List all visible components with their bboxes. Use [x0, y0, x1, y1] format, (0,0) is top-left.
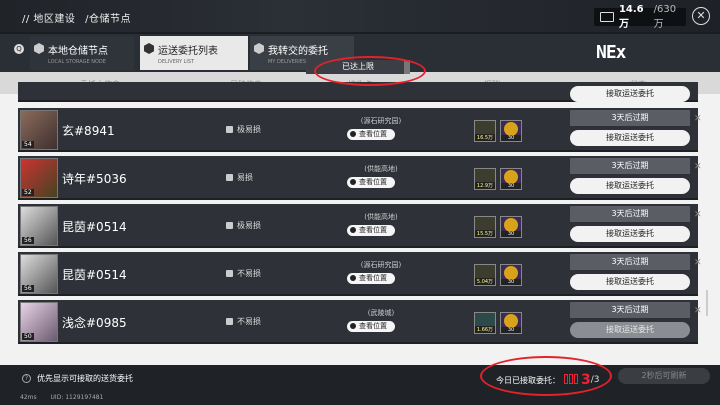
reward-coin: 30 [500, 216, 522, 238]
client-name: 昆茵#0514 [62, 220, 127, 234]
highlight-circle-limit [314, 56, 426, 86]
priority-toggle[interactable]: ? 优先显示可接取的送货委托 [22, 373, 133, 384]
pickup-location: (武陵城) [367, 309, 395, 317]
close-icon[interactable]: ✕ [692, 7, 710, 25]
pickup-location: (供能高地) [364, 213, 398, 221]
fragile-icon [226, 174, 233, 181]
table-row: 54 玄#8941 极易损 (源石研究园) 查看位置 16.5万 30 3天后过… [18, 108, 702, 152]
accept-button[interactable]: 接取运送委托 [570, 86, 690, 102]
fragile-icon [226, 270, 233, 277]
client-name: 玄#8941 [62, 124, 115, 138]
accept-button[interactable]: 接取运送委托 [570, 130, 690, 146]
close-icon[interactable]: ✕ [694, 210, 702, 220]
reward-item: 5.04万 [474, 264, 496, 286]
reward-item: 12.9万 [474, 168, 496, 190]
expire-label: 3天后过期 [570, 110, 690, 126]
reward-item: 16.5万 [474, 120, 496, 142]
ping: 42ms [20, 394, 37, 401]
avatar: 56 [20, 206, 58, 246]
fragile-info: 极易损 [226, 220, 261, 231]
breadcrumb: // 地区建设 /仓储节点 [22, 10, 137, 25]
fragile-info: 不易损 [226, 316, 261, 327]
avatar: 56 [20, 254, 58, 294]
pickup-location: (源石研究园) [360, 117, 402, 125]
scrollbar[interactable] [706, 290, 708, 316]
breadcrumb-storage: /仓储节点 [85, 14, 131, 25]
avatar: 52 [20, 158, 58, 198]
view-location-button[interactable]: 查看位置 [347, 321, 395, 332]
priority-label: 优先显示可接取的送货委托 [37, 374, 133, 383]
refresh-button[interactable]: 2秒后可刷新 [618, 368, 710, 384]
hex-icon [34, 43, 44, 54]
fragile-icon [226, 318, 233, 325]
client-name: 昆茵#0514 [62, 268, 127, 282]
pickup-location: (源石研究园) [360, 261, 402, 269]
fragile-icon [226, 222, 233, 229]
table-row: 56 昆茵#0514 不易损 (源石研究园) 查看位置 5.04万 30 3天后… [18, 252, 702, 296]
fragile-info: 不易损 [226, 268, 261, 279]
expire-label: 3天后过期 [570, 206, 690, 222]
close-icon[interactable]: ✕ [694, 306, 702, 316]
view-location-button[interactable]: 查看位置 [347, 129, 395, 140]
accept-button[interactable]: 接取运送委托 [570, 274, 690, 290]
expire-label: 3天后过期 [570, 158, 690, 174]
reward-coin: 30 [500, 120, 522, 142]
breadcrumb-region[interactable]: // 地区建设 [22, 14, 75, 25]
resource-capacity: /630万 [653, 4, 677, 30]
expire-label: 3天后过期 [570, 254, 690, 270]
tab-label: 本地仓储节点 [48, 46, 108, 57]
table-row: 56 昆茵#0514 极易损 (供能高地) 查看位置 15.5万 30 3天后过… [18, 204, 702, 248]
q-key-icon[interactable]: Q [14, 44, 24, 54]
tab-delivery-list[interactable]: 运送委托列表 DELIVERY LIST [140, 36, 248, 70]
resource-amount: 14.6万 [618, 4, 644, 30]
uid: UID: 1129197481 [50, 394, 104, 401]
accept-button[interactable]: 接取运送委托 [570, 226, 690, 242]
status-bar: 42ms UID: 1129197481 [0, 391, 720, 405]
close-icon[interactable]: ✕ [694, 258, 702, 268]
reward-item: 1.66万 [474, 312, 496, 334]
hex-icon [144, 43, 154, 54]
tab-sublabel: DELIVERY LIST [158, 59, 195, 65]
close-icon[interactable]: ✕ [694, 114, 702, 124]
fragile-info: 极易损 [226, 124, 261, 135]
tab-label: 我转交的委托 [268, 46, 328, 57]
hex-icon [254, 43, 264, 54]
resource-counter: 14.6万 /630万 [594, 4, 686, 30]
highlight-circle-count [480, 356, 612, 396]
fragile-icon [226, 126, 233, 133]
expire-label: 3天后过期 [570, 302, 690, 318]
reward-item: 15.5万 [474, 216, 496, 238]
tab-local-storage[interactable]: 本地仓储节点 LOCAL STORAGE NODE [30, 36, 134, 70]
avatar: 50 [20, 302, 58, 342]
table-row: 52 诗年#5036 易损 (供能高地) 查看位置 12.9万 30 3天后过期… [18, 156, 702, 200]
pickup-location: (供能高地) [364, 165, 398, 173]
tab-label: 运送委托列表 [158, 46, 218, 57]
accept-button[interactable]: 接取运送委托 [570, 322, 690, 338]
client-name: 浅念#0985 [62, 316, 127, 330]
tab-sublabel: LOCAL STORAGE NODE [48, 59, 106, 65]
brand-logo: NEx [596, 42, 626, 63]
help-icon[interactable]: ? [22, 374, 31, 383]
close-icon[interactable]: ✕ [694, 162, 702, 172]
reward-coin: 30 [500, 168, 522, 190]
view-location-button[interactable]: 查看位置 [347, 225, 395, 236]
wallet-icon [600, 12, 614, 22]
view-location-button[interactable]: 查看位置 [347, 273, 395, 284]
delivery-list-panel: 委托人信息 易碎信息 接收点 报酬 状态 接取运送委托 54 玄#8941 极易… [0, 72, 720, 365]
accept-button[interactable]: 接取运送委托 [570, 178, 690, 194]
view-location-button[interactable]: 查看位置 [347, 177, 395, 188]
reward-coin: 30 [500, 312, 522, 334]
avatar: 54 [20, 110, 58, 150]
fragile-info: 易损 [226, 172, 253, 183]
client-name: 诗年#5036 [62, 172, 127, 186]
reward-coin: 30 [500, 264, 522, 286]
table-row: 50 浅念#0985 不易损 (武陵城) 查看位置 1.66万 30 3天后过期… [18, 300, 702, 344]
